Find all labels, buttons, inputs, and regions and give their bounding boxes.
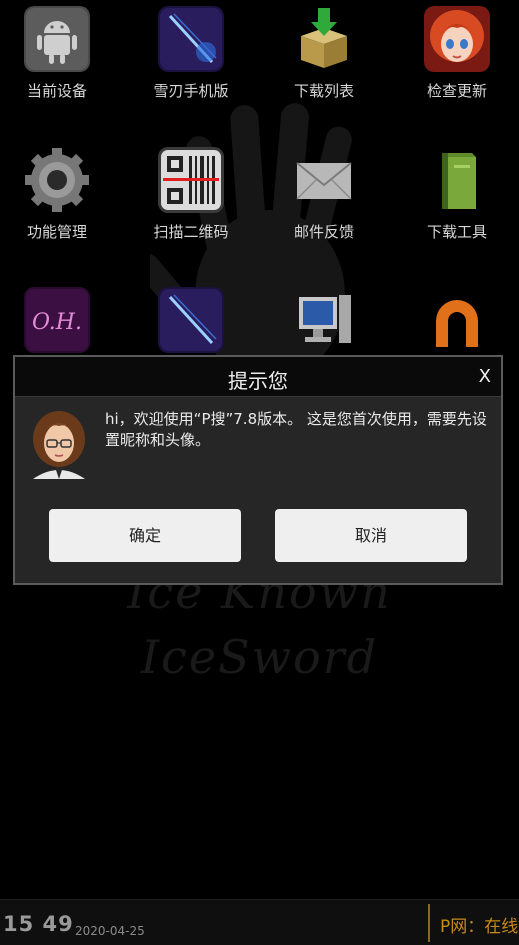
launcher-item-label: 下载列表 bbox=[293, 82, 354, 100]
anime-girl-icon bbox=[424, 6, 490, 72]
qr-scan-icon bbox=[158, 147, 224, 213]
watermark-text-2: IceSword bbox=[140, 630, 379, 684]
mail-icon bbox=[296, 162, 352, 200]
launcher-item-label: 当前设备 bbox=[26, 82, 87, 100]
launcher-item-mail-feedback[interactable]: 邮件反馈 bbox=[259, 141, 389, 271]
launcher-item-scan-qr[interactable]: 扫描二维码 bbox=[126, 141, 256, 271]
launcher-item-label: 检查更新 bbox=[426, 82, 487, 100]
launcher-item-label: 邮件反馈 bbox=[293, 223, 354, 241]
prompt-dialog: 提示您 X hi，欢迎使用“P搜”7.8版本。 这是您首次使用，需要先设置昵称和… bbox=[13, 355, 503, 585]
launcher-item-function-manage[interactable]: 功能管理 bbox=[0, 141, 122, 271]
launcher-item-current-device[interactable]: 当前设备 bbox=[0, 0, 122, 130]
oh-logo-icon: O.H. bbox=[24, 287, 90, 353]
launcher-item-download-tool[interactable]: 下载工具 bbox=[392, 141, 519, 271]
launcher-item-label: 雪刃手机版 bbox=[153, 82, 229, 100]
dialog-header: 提示您 X bbox=[15, 357, 501, 397]
blade-icon bbox=[158, 6, 224, 72]
gear-icon bbox=[25, 148, 89, 212]
confirm-button[interactable]: 确定 bbox=[49, 509, 241, 562]
clock-time: 15 49 bbox=[3, 912, 74, 936]
launcher-item-download-list[interactable]: 下载列表 bbox=[259, 0, 389, 130]
launcher-item-check-update[interactable]: 检查更新 bbox=[392, 0, 519, 130]
dialog-message: hi，欢迎使用“P搜”7.8版本。 这是您首次使用，需要先设置昵称和头像。 bbox=[105, 410, 487, 449]
status-bar: 15 49 2020-04-25 P网：在线 bbox=[0, 899, 519, 945]
status-divider bbox=[428, 904, 430, 942]
computer-icon bbox=[299, 295, 351, 343]
dialog-title: 提示您 bbox=[228, 369, 288, 393]
network-ticker: P网：在线 bbox=[440, 917, 519, 937]
green-book-icon bbox=[442, 153, 476, 209]
magnet-icon bbox=[436, 300, 478, 347]
svg-text:O.H.: O.H. bbox=[32, 310, 82, 335]
clock-date: 2020-04-25 bbox=[75, 924, 145, 938]
close-button[interactable]: X bbox=[479, 366, 491, 387]
launcher-item-label: 扫描二维码 bbox=[153, 223, 229, 241]
cancel-button[interactable]: 取消 bbox=[275, 509, 467, 562]
android-icon bbox=[24, 6, 90, 72]
launcher-item-label: 功能管理 bbox=[26, 223, 87, 241]
download-box-icon bbox=[301, 8, 347, 68]
launcher-item-label: 下载工具 bbox=[426, 223, 487, 241]
blade-icon bbox=[158, 287, 224, 353]
avatar bbox=[27, 409, 91, 479]
launcher-item-iceblade-mobile[interactable]: 雪刃手机版 bbox=[126, 0, 256, 130]
